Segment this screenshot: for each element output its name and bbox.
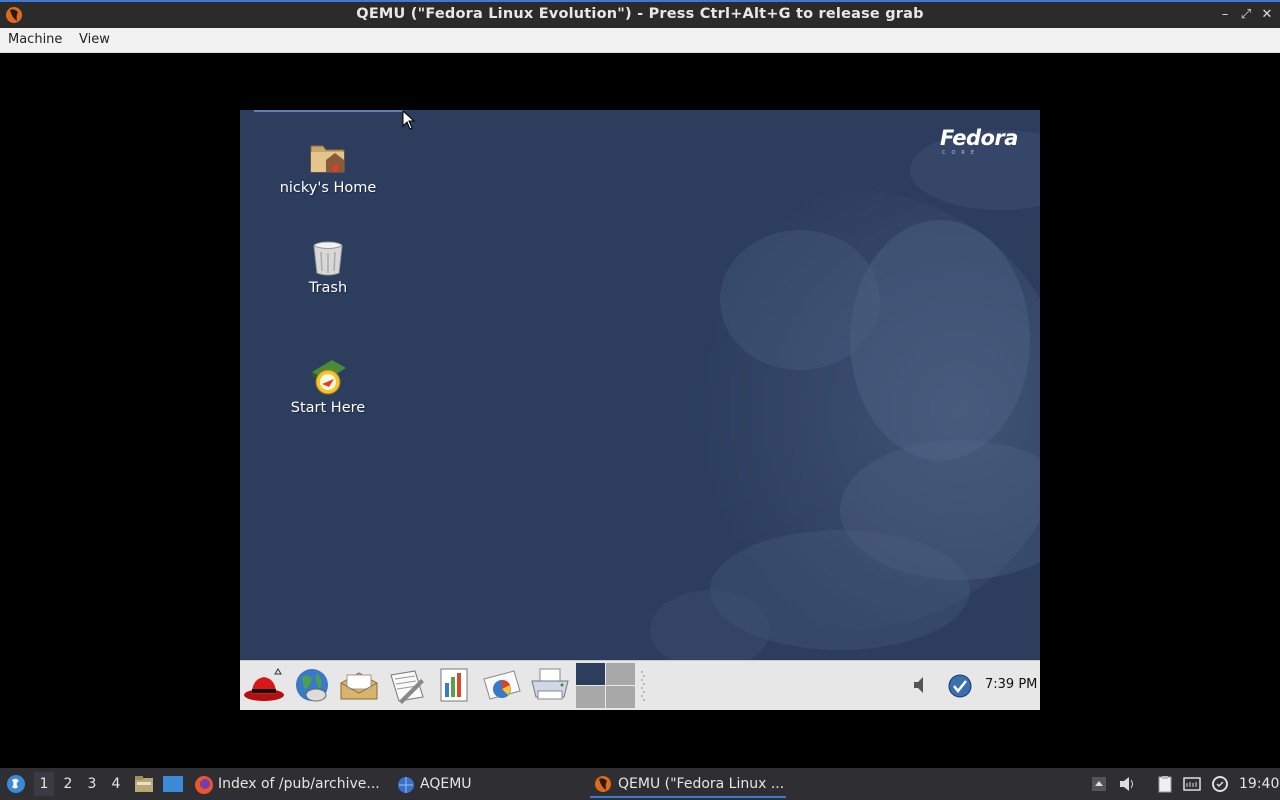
pager-workspace-3[interactable] <box>576 686 605 708</box>
desktop-icon-label: nicky's Home <box>279 180 377 196</box>
mouse-cursor-icon <box>402 110 416 130</box>
update-icon[interactable] <box>1211 775 1229 793</box>
start-here-icon <box>312 360 346 395</box>
text-editor-icon[interactable] <box>385 665 429 705</box>
pager-workspace-2[interactable] <box>606 663 635 685</box>
host-clock[interactable]: 19:40 <box>1239 776 1279 792</box>
task-firefox[interactable]: Index of /pub/archive... <box>192 770 384 798</box>
task-qemu[interactable]: QEMU ("Fedora Linux ... <box>590 770 786 798</box>
close-button[interactable]: ✕ <box>1259 7 1275 23</box>
volume-icon[interactable] <box>1118 775 1136 793</box>
window-title: QEMU ("Fedora Linux Evolution") - Press … <box>356 6 924 22</box>
workspace-2[interactable]: 2 <box>58 776 78 792</box>
volume-icon[interactable] <box>912 675 928 695</box>
desktop-icon-start-here[interactable]: Start Here <box>268 358 388 416</box>
window-titlebar[interactable]: QEMU ("Fedora Linux Evolution") - Press … <box>0 0 1280 28</box>
workspace-3[interactable]: 3 <box>82 776 102 792</box>
pager-workspace-4[interactable] <box>606 686 635 708</box>
guest-clock[interactable]: 7:39 PM <box>985 677 1037 692</box>
task-label: Index of /pub/archive... <box>218 776 380 792</box>
menu-view[interactable]: View <box>79 32 110 47</box>
firefox-icon <box>195 776 213 794</box>
file-manager-icon[interactable] <box>134 775 154 793</box>
guest-top-indicator <box>254 110 404 112</box>
update-check-icon[interactable] <box>948 674 972 698</box>
desktop-icon-label: Trash <box>308 280 348 296</box>
host-taskbar: 1 2 3 4 Index of /pub/archive... AQEMU Q… <box>0 768 1280 800</box>
desktop-icon-home[interactable]: nicky's Home <box>268 138 388 196</box>
desktop-icon-trash[interactable]: Trash <box>268 238 388 296</box>
fedora-logo: Fedora <box>940 126 1018 150</box>
guest-screen[interactable]: Fedora CORE nicky's Home Trash Start Her… <box>240 110 1040 710</box>
guest-panel: 7:39 PM <box>240 660 1040 710</box>
task-aqemu[interactable]: AQEMU <box>394 770 584 798</box>
printer-icon[interactable] <box>528 665 572 705</box>
fedora-logo-sub: CORE <box>942 150 981 156</box>
network-icon[interactable] <box>1183 775 1201 793</box>
show-desktop-icon[interactable] <box>162 775 184 793</box>
workspace-4[interactable]: 4 <box>106 776 126 792</box>
presentation-icon[interactable] <box>480 665 524 705</box>
qemu-icon <box>595 776 611 792</box>
menubar: Machine View <box>0 28 1280 53</box>
panel-drag-handle-icon[interactable] <box>640 669 646 703</box>
workspace-1[interactable]: 1 <box>34 772 54 796</box>
app-menu-icon[interactable] <box>6 774 26 794</box>
spreadsheet-icon[interactable] <box>433 665 477 705</box>
web-browser-icon[interactable] <box>290 665 334 705</box>
minimize-button[interactable]: – <box>1217 7 1233 23</box>
email-icon[interactable] <box>337 665 381 705</box>
menu-machine[interactable]: Machine <box>8 32 62 47</box>
task-label: AQEMU <box>420 776 472 792</box>
tray-expand-icon[interactable] <box>1090 775 1108 793</box>
task-label: QEMU ("Fedora Linux ... <box>618 776 785 792</box>
maximize-button[interactable]: ⤢ <box>1238 7 1254 23</box>
pager-workspace-1[interactable] <box>576 663 605 685</box>
redhat-menu-icon[interactable] <box>242 665 286 705</box>
workspace-pager[interactable] <box>576 663 636 709</box>
aqemu-icon <box>398 777 414 793</box>
desktop-icon-label: Start Here <box>290 400 366 416</box>
home-folder-icon <box>310 145 345 173</box>
clipboard-icon[interactable] <box>1156 775 1174 793</box>
trash-icon <box>313 241 343 276</box>
